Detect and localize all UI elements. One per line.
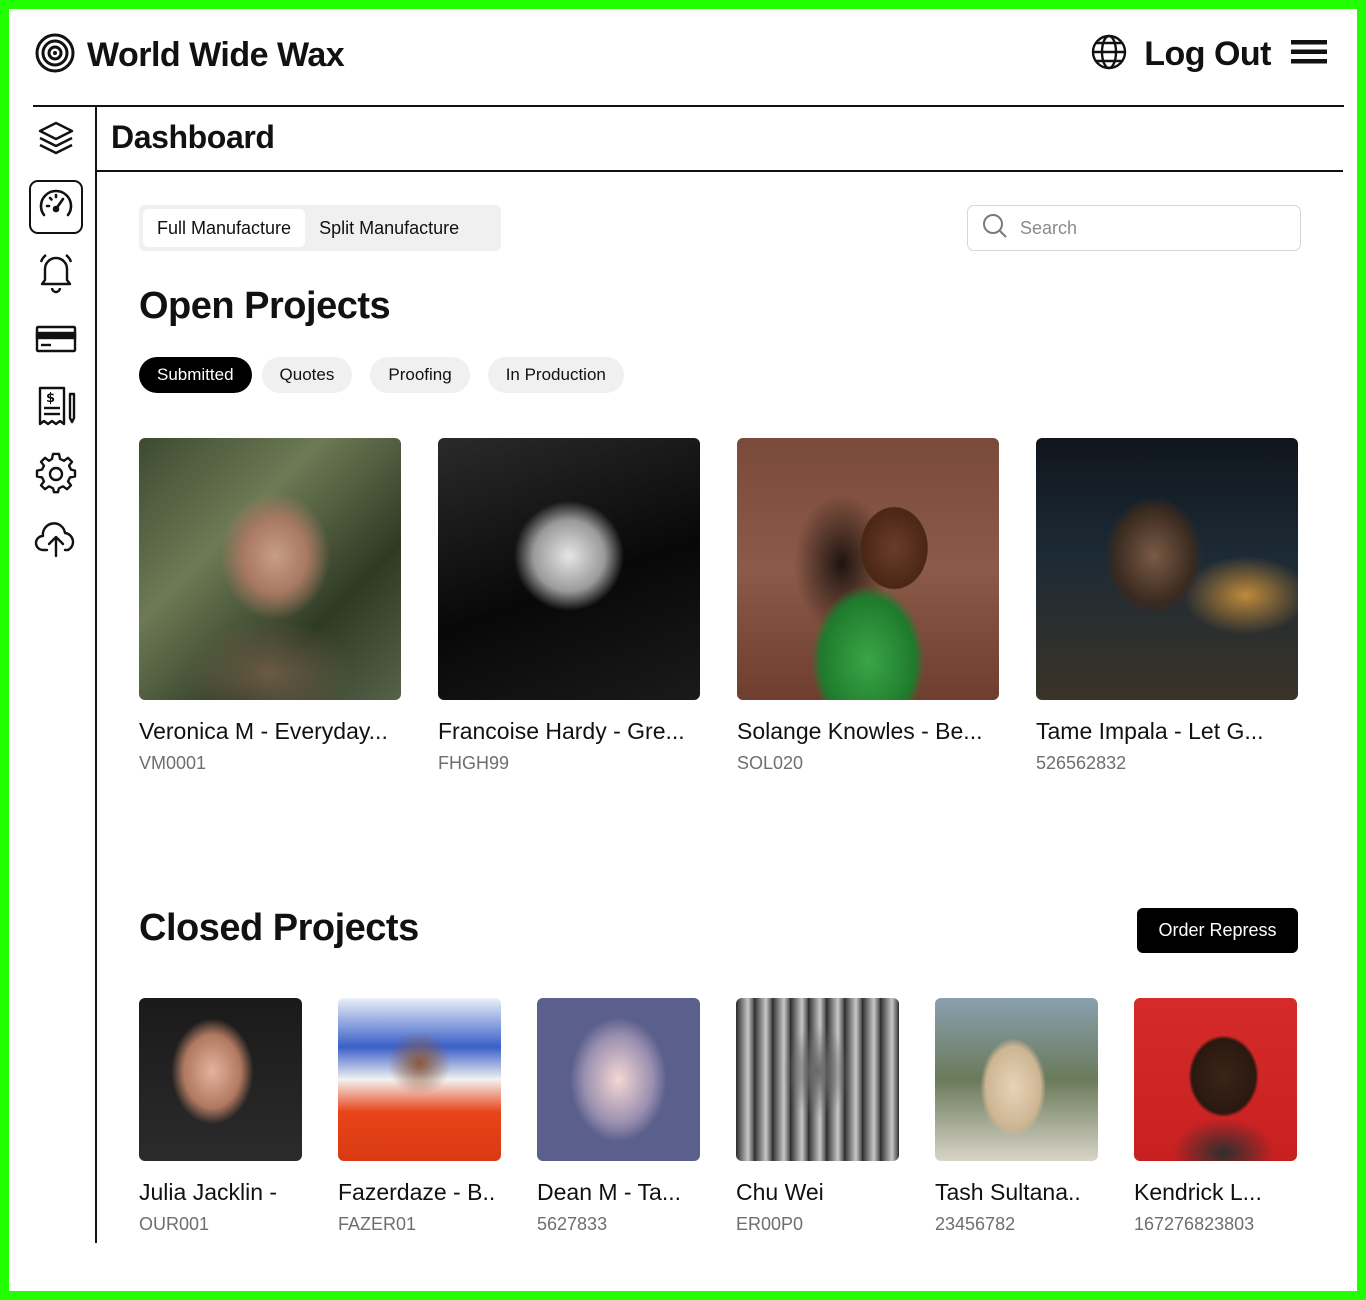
- title-divider: [97, 170, 1343, 172]
- header-actions: Log Out: [1090, 33, 1327, 76]
- app-frame: World Wide Wax Log Out $ Dashboard Full …: [0, 0, 1366, 1300]
- open-project-card[interactable]: Francoise Hardy - Gre... FHGH99: [438, 438, 700, 774]
- project-code: 526562832: [1036, 753, 1127, 773]
- project-cover-image: [438, 438, 700, 700]
- project-title: Solange Knowles - Be...: [737, 718, 983, 744]
- hamburger-menu-icon[interactable]: [1291, 37, 1327, 72]
- project-code: OUR001: [139, 1214, 210, 1234]
- project-code: 167276823803: [1134, 1214, 1255, 1234]
- split-manufacture-tab[interactable]: Split Manufacture: [305, 209, 473, 247]
- brand-logo[interactable]: World Wide Wax: [35, 33, 345, 78]
- bell-icon: [35, 250, 77, 299]
- open-projects-heading: Open Projects: [139, 285, 391, 327]
- filter-proofing[interactable]: Proofing: [370, 357, 470, 393]
- order-repress-button[interactable]: Order Repress: [1137, 908, 1298, 953]
- sidebar-item-dashboard[interactable]: [29, 180, 83, 234]
- project-cover-image: [537, 998, 700, 1161]
- closed-projects-heading: Closed Projects: [139, 907, 419, 949]
- project-code: 23456782: [935, 1214, 1016, 1234]
- brand-name: World Wide Wax: [87, 36, 345, 74]
- cloud-upload-icon: [34, 521, 78, 563]
- globe-icon[interactable]: [1090, 33, 1128, 76]
- manufacture-toggle: Full Manufacture Split Manufacture: [139, 205, 501, 251]
- closed-project-card[interactable]: Dean M - Ta... 5627833: [537, 998, 700, 1235]
- sidebar-item-invoices[interactable]: $: [29, 381, 83, 435]
- project-code: ER00P0: [736, 1214, 804, 1234]
- gear-icon: [35, 452, 77, 499]
- project-code: FAZER01: [338, 1214, 417, 1234]
- page-title: Dashboard: [111, 119, 275, 155]
- project-title: Veronica M - Everyday...: [139, 718, 388, 744]
- project-code: FHGH99: [438, 753, 510, 773]
- project-cover-image: [139, 438, 401, 700]
- layers-icon: [36, 118, 76, 163]
- sidebar-divider: [95, 105, 97, 1243]
- sidebar-item-layers[interactable]: [29, 113, 83, 167]
- search-icon: [982, 213, 1008, 244]
- project-title: Chu Wei: [736, 1179, 824, 1205]
- project-title: Kendrick L...: [1134, 1179, 1262, 1205]
- open-project-card[interactable]: Veronica M - Everyday... VM0001: [139, 438, 401, 774]
- project-cover-image: [935, 998, 1098, 1161]
- project-code: SOL020: [737, 753, 804, 773]
- closed-project-card[interactable]: Tash Sultana.. 23456782: [935, 998, 1098, 1235]
- sidebar: $: [29, 113, 87, 582]
- logout-button[interactable]: Log Out: [1144, 35, 1271, 74]
- credit-card-icon: [35, 323, 77, 360]
- svg-text:$: $: [46, 391, 55, 406]
- closed-project-card[interactable]: Fazerdaze - B.. FAZER01: [338, 998, 501, 1235]
- closed-project-card[interactable]: Kendrick L... 167276823803: [1134, 998, 1297, 1235]
- sidebar-item-upload[interactable]: [29, 515, 83, 569]
- project-cover-image: [139, 998, 302, 1161]
- search-input[interactable]: [1020, 217, 1280, 239]
- header-divider: [33, 105, 1344, 107]
- project-cover-image: [338, 998, 501, 1161]
- project-cover-image: [1036, 438, 1298, 700]
- full-manufacture-tab[interactable]: Full Manufacture: [143, 209, 306, 247]
- sidebar-item-payments[interactable]: [29, 314, 83, 368]
- status-filters: Submitted Quotes Proofing In Production: [139, 357, 634, 393]
- target-logo-icon: [35, 33, 75, 78]
- speedometer-icon: [36, 185, 76, 230]
- project-title: Fazerdaze - B..: [338, 1179, 496, 1205]
- closed-project-card[interactable]: Julia Jacklin - OUR001: [139, 998, 302, 1235]
- open-project-card[interactable]: Tame Impala - Let G... 526562832: [1036, 438, 1298, 774]
- project-cover-image: [736, 998, 899, 1161]
- search-box: [967, 205, 1301, 251]
- project-title: Francoise Hardy - Gre...: [438, 718, 685, 744]
- open-project-card[interactable]: Solange Knowles - Be... SOL020: [737, 438, 999, 774]
- sidebar-item-notifications[interactable]: [29, 247, 83, 301]
- invoice-icon: $: [34, 384, 78, 433]
- project-title: Dean M - Ta...: [537, 1179, 682, 1205]
- project-cover-image: [737, 438, 999, 700]
- sidebar-item-settings[interactable]: [29, 448, 83, 502]
- project-code: 5627833: [537, 1214, 608, 1234]
- filter-quotes[interactable]: Quotes: [261, 357, 353, 393]
- project-cover-image: [1134, 998, 1297, 1161]
- filter-submitted[interactable]: Submitted: [139, 357, 252, 393]
- project-title: Julia Jacklin -: [139, 1179, 278, 1205]
- closed-project-card[interactable]: Chu Wei ER00P0: [736, 998, 899, 1235]
- filter-in-production[interactable]: In Production: [487, 357, 624, 393]
- project-code: VM0001: [139, 753, 207, 773]
- project-title: Tash Sultana..: [935, 1179, 1081, 1205]
- project-title: Tame Impala - Let G...: [1036, 718, 1264, 744]
